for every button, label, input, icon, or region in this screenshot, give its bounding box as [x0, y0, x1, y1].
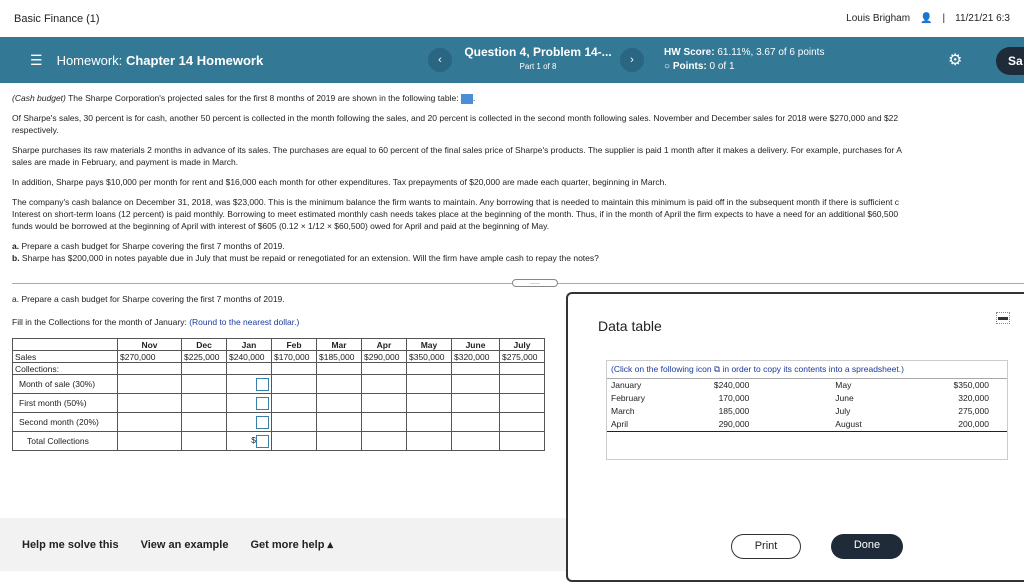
points: 0 of 1	[709, 61, 735, 72]
table-row: February 170,000 June 320,000	[611, 393, 989, 403]
question-selector[interactable]: Question 4, Problem 14-... Part 1 of 8	[462, 45, 614, 71]
collections-table: Nov Dec Jan Feb Mar Apr May June July Sales $270…	[12, 338, 545, 451]
next-question-button[interactable]: ›	[620, 48, 644, 72]
settings-gear-icon[interactable]: ⚙	[948, 50, 962, 70]
score-panel: HW Score: 61.11%, 3.67 of 6 points ○ Poi…	[664, 47, 825, 72]
data-table-panel: (Click on the following icon ⧉ in order …	[606, 360, 1008, 460]
second-month-input[interactable]	[256, 415, 269, 429]
course-title: Basic Finance (1)	[14, 12, 100, 25]
total-collections-input[interactable]	[256, 434, 269, 448]
top-bar: Basic Finance (1) Louis Brigham 👤 | 11/21/2…	[14, 12, 1010, 25]
problem-text: (Cash budget) The Sharpe Corporation's p…	[12, 93, 902, 263]
table-row: January $240,000 May $350,000	[611, 380, 989, 390]
prev-question-button[interactable]: ‹	[428, 48, 452, 72]
month-of-sale-input[interactable]	[256, 377, 269, 391]
user-icon: 👤	[920, 13, 933, 24]
help-bar: Help me solve this View an example Get m…	[0, 518, 566, 571]
help-me-solve-button[interactable]: Help me solve this	[22, 539, 119, 551]
dialog-title: Data table	[598, 318, 662, 334]
points-circle-icon: ○	[664, 61, 671, 72]
fill-instruction: Fill in the Collections for the month of…	[12, 317, 300, 327]
get-more-help-button[interactable]: Get more help ▴	[250, 538, 333, 551]
sales-data-table: January $240,000 May $350,000 February 170,0…	[607, 379, 1007, 432]
done-button[interactable]: Done	[831, 534, 903, 559]
datetime: 11/21/21 6:3	[955, 13, 1010, 24]
copy-spreadsheet-icon[interactable]: ⧉	[714, 364, 720, 374]
homework-label: Homework:	[56, 52, 123, 68]
data-table-dialog: Data table (Click on the following icon …	[566, 292, 1024, 582]
table-row: March 185,000 July 275,000	[611, 406, 989, 416]
homework-title: Chapter 14 Homework	[125, 52, 264, 68]
minimize-icon[interactable]	[996, 312, 1010, 324]
print-button[interactable]: Print	[731, 534, 801, 559]
user-name[interactable]: Louis Brigham	[846, 13, 910, 24]
view-example-button[interactable]: View an example	[141, 539, 229, 551]
resize-handle[interactable]: .....	[512, 279, 558, 287]
save-button[interactable]: Sa	[996, 47, 1024, 75]
first-month-input[interactable]	[256, 396, 269, 410]
hw-score: 61.11%, 3.67 of 6 points	[717, 47, 825, 58]
part-a-prompt: a. Prepare a cash budget for Sharpe cove…	[12, 294, 285, 304]
table-row: April 290,000 August 200,000	[611, 419, 989, 429]
homework-nav: ☰ Homework: Chapter 14 Homework ‹ Questi…	[0, 37, 1024, 83]
menu-icon[interactable]: ☰	[30, 52, 43, 69]
table-icon[interactable]	[460, 93, 473, 104]
